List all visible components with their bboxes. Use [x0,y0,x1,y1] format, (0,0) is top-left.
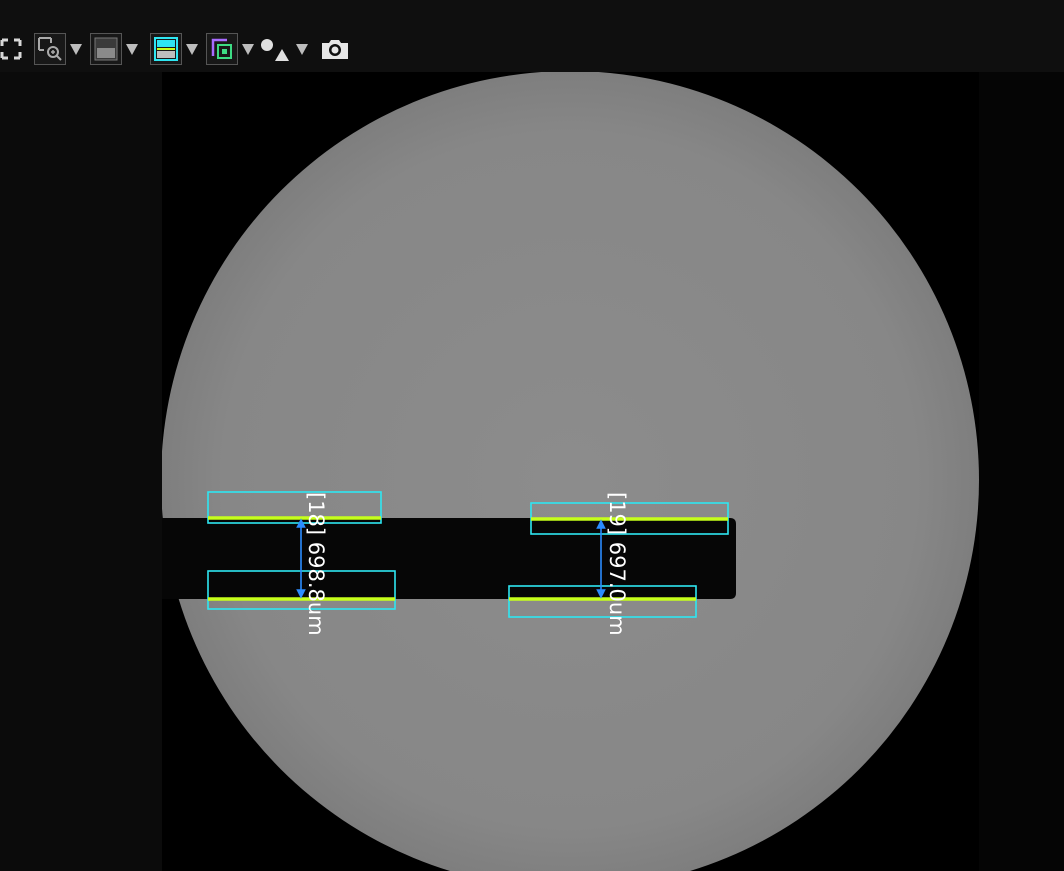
camera-icon[interactable] [318,33,352,65]
zoom-region-dropdown-icon[interactable] [66,33,86,65]
shapes-dropdown-icon[interactable] [292,33,312,65]
edge-line-dropdown-icon[interactable] [182,33,202,65]
left-panel [0,72,162,871]
toolbar [0,0,1064,72]
overlay-region-icon[interactable] [206,33,238,65]
measurement-label-19: [19] 697.0um [605,492,629,636]
fullscreen-icon[interactable] [0,33,26,65]
right-panel [979,72,1064,871]
specimen [162,518,736,599]
image-viewport[interactable]: [18] 698.8um [19] 697.0um [162,72,979,871]
overlay-region-dropdown-icon[interactable] [238,33,258,65]
zoom-region-icon[interactable] [34,33,66,65]
measurement-label-18: [18] 698.8um [304,492,328,636]
shapes-icon[interactable] [258,33,292,65]
field-of-view [162,72,979,871]
display-mode-dropdown-icon[interactable] [122,33,142,65]
display-mode-icon[interactable] [90,33,122,65]
edge-line-icon[interactable] [150,33,182,65]
measurement-canvas [162,72,979,871]
